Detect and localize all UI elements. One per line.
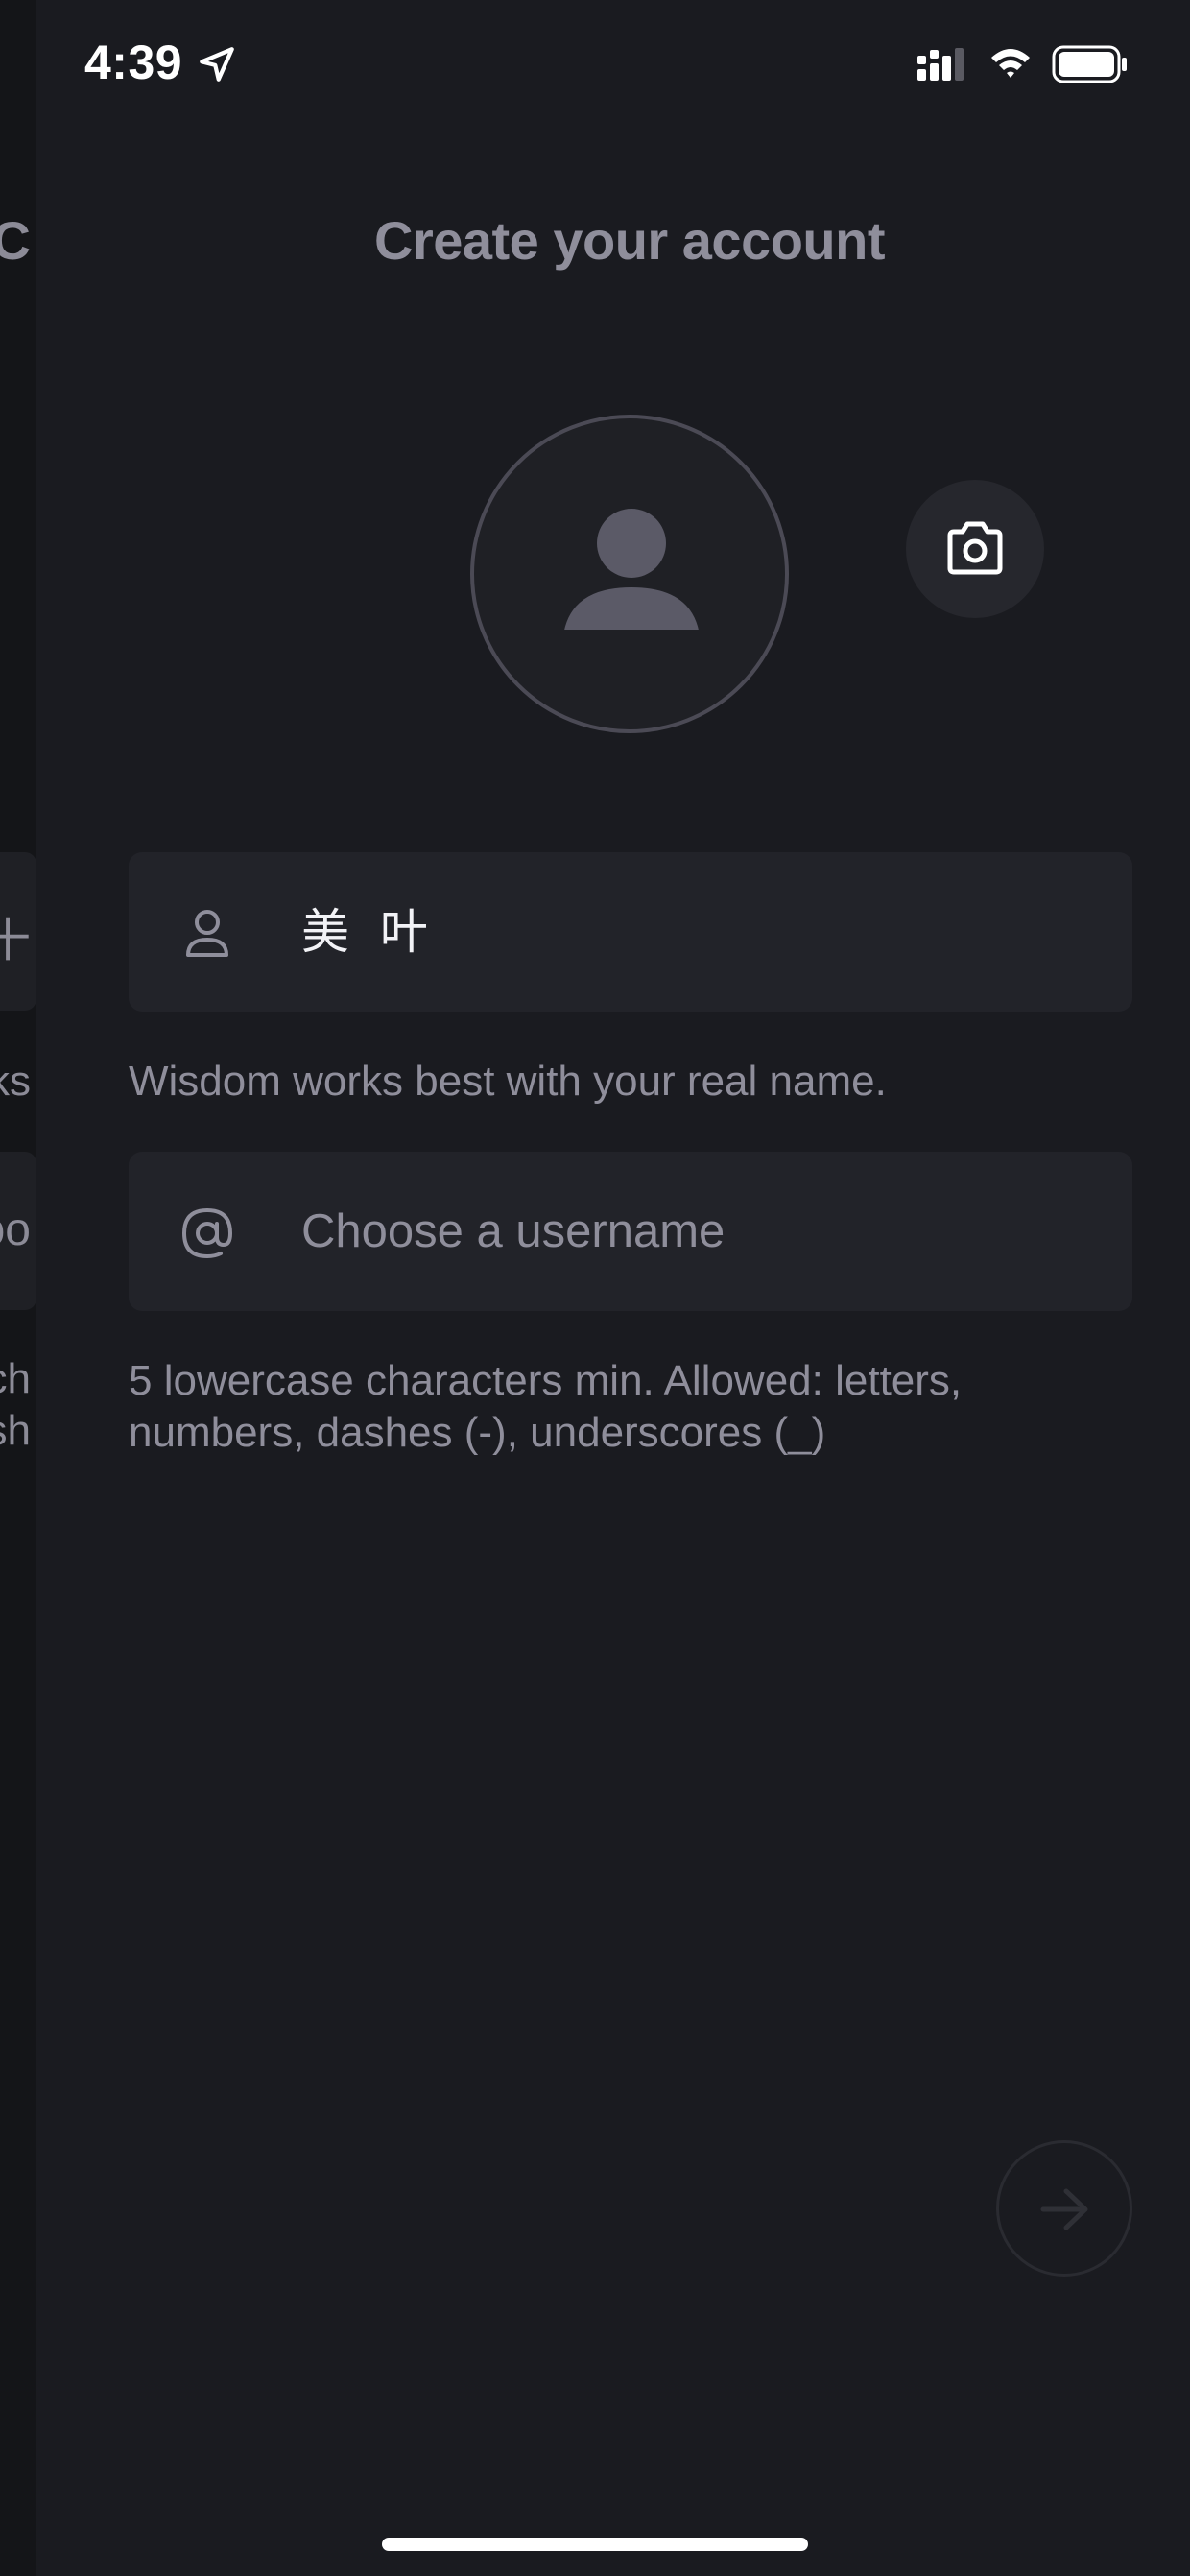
previous-field-text: 十: [0, 916, 31, 966]
avatar[interactable]: [470, 415, 789, 733]
username-input[interactable]: [301, 1152, 1088, 1311]
full-name-value[interactable]: 美 叶: [301, 852, 436, 1012]
camera-icon: [947, 521, 1003, 575]
next-button[interactable]: [996, 2140, 1132, 2277]
previous-field-text: oo: [0, 1205, 31, 1255]
create-account-screen: C 十 ks oo ch sh 4:39 C: [0, 0, 1190, 2576]
at-sign-icon: [181, 1207, 233, 1259]
username-field[interactable]: [129, 1152, 1132, 1311]
change-photo-button[interactable]: [906, 480, 1044, 618]
name-help-text: Wisdom works best with your real name.: [129, 1058, 887, 1105]
username-help-text: 5 lowercase characters min. Allowed: let…: [129, 1357, 963, 1456]
page-title: Create your account: [374, 210, 886, 271]
battery-icon: [1052, 45, 1127, 83]
cellular-signal-icon: [917, 48, 964, 81]
home-indicator[interactable]: [382, 2538, 808, 2551]
person-placeholder-icon: [562, 509, 701, 649]
previous-help-text: ch: [0, 1355, 31, 1402]
location-arrow-icon: [200, 47, 234, 82]
arrow-right-icon: [1040, 2188, 1088, 2230]
status-bar: 4:39: [0, 0, 1190, 134]
status-time: 4:39: [84, 36, 183, 89]
person-icon: [186, 910, 228, 957]
previous-title-fragment: C: [0, 210, 31, 271]
wifi-icon: [991, 49, 1030, 78]
previous-screen-peek: C 十 ks oo ch sh: [0, 0, 36, 2576]
previous-help-text: ks: [0, 1058, 31, 1105]
previous-help-text: sh: [0, 1407, 31, 1454]
full-name-field[interactable]: 美 叶: [129, 852, 1132, 1012]
